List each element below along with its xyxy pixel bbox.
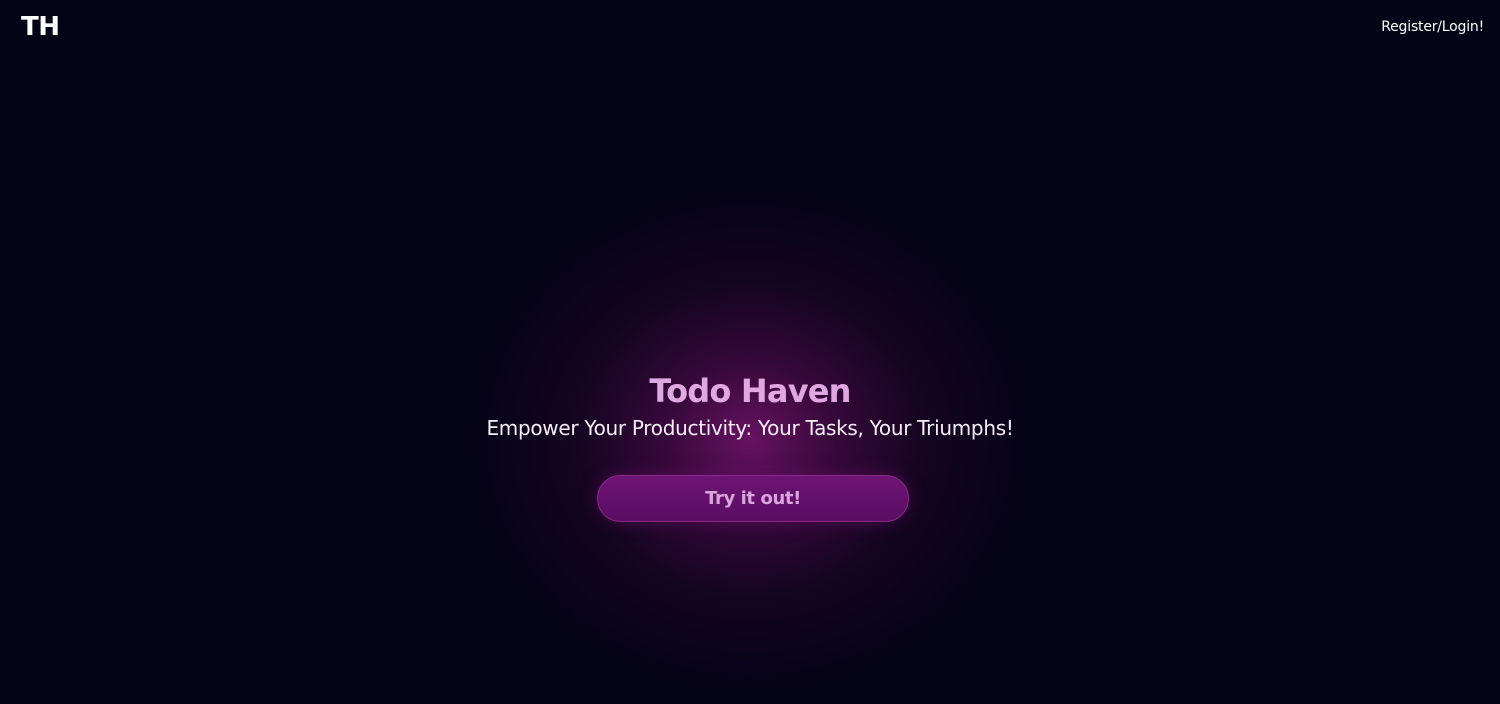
hero-title: Todo Haven	[649, 372, 851, 410]
landing-page: TH Register/Login! Todo Haven Empower Yo…	[0, 0, 1500, 704]
hero-subtitle: Empower Your Productivity: Your Tasks, Y…	[486, 416, 1014, 440]
logo[interactable]: TH	[21, 10, 60, 44]
hero-section: Todo Haven Empower Your Productivity: Yo…	[0, 368, 1500, 442]
navbar: TH Register/Login!	[0, 0, 1500, 56]
register-login-link[interactable]: Register/Login!	[1381, 17, 1484, 37]
try-it-out-button[interactable]: Try it out!	[597, 475, 909, 522]
